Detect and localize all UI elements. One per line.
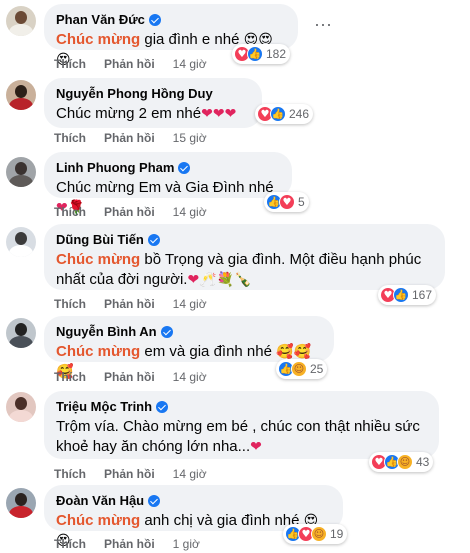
comment-time[interactable]: 15 giờ: [173, 131, 207, 145]
reaction-summary[interactable]: 👍 ♥ 5: [264, 192, 309, 212]
avatar[interactable]: [6, 6, 36, 36]
comment-actions: Thích Phản hồi 14 giờ: [54, 57, 225, 71]
avatar[interactable]: [6, 488, 36, 518]
care-reaction-icon: ☺: [291, 361, 307, 377]
verified-badge-icon: [148, 14, 161, 26]
commenter-name[interactable]: Nguyễn Bình An: [56, 324, 157, 340]
commenter-name[interactable]: Dũng Bùi Tiến: [56, 232, 144, 248]
reaction-count: 167: [412, 288, 433, 302]
comment-text: Trộm vía. Chào mừng em bé , chúc con thậ…: [56, 418, 420, 455]
comment-text: gia đình e nhé: [140, 31, 240, 48]
like-reaction-icon: 👍: [247, 46, 263, 62]
comment-emoji: ❤: [250, 439, 262, 455]
love-reaction-icon: ♥: [279, 194, 295, 210]
avatar[interactable]: [6, 392, 36, 422]
like-reaction-icon: 👍: [393, 287, 409, 303]
comment-bubble: Linh Phuong Pham Chúc mừng Em và Gia Đìn…: [44, 152, 292, 216]
comment-bubble: Nguyễn Bình An Chúc mừng em và gia đình …: [44, 316, 334, 380]
reply-button[interactable]: Phản hồi: [104, 370, 155, 384]
comment-bubble: Dũng Bùi Tiến Chúc mừng bồ Trọng và gia …: [44, 224, 445, 290]
care-reaction-icon: ☺: [397, 454, 413, 470]
comment-time[interactable]: 14 giờ: [173, 57, 207, 71]
comment-highlight: Chúc mừng: [56, 31, 141, 48]
comment-actions: Thích Phản hồi 15 giờ: [54, 131, 225, 145]
avatar[interactable]: [6, 157, 36, 187]
commenter-name[interactable]: Phan Văn Đức: [56, 12, 145, 28]
comment-highlight: Chúc mừng: [56, 512, 141, 529]
like-button[interactable]: Thích: [54, 370, 86, 384]
comment-actions: Thích Phản hồi 14 giờ: [54, 297, 225, 311]
commenter-name[interactable]: Triệu Mộc Trinh: [56, 399, 152, 415]
like-button[interactable]: Thích: [54, 537, 86, 551]
reaction-count: 25: [310, 362, 324, 376]
like-button[interactable]: Thích: [54, 205, 86, 219]
comment-time[interactable]: 14 giờ: [173, 370, 207, 384]
comment-highlight: Chúc mừng: [56, 343, 141, 360]
like-button[interactable]: Thích: [54, 57, 86, 71]
reaction-count: 43: [416, 455, 430, 469]
avatar[interactable]: [6, 80, 36, 110]
care-reaction-icon: ☺: [311, 526, 327, 542]
verified-badge-icon: [148, 495, 161, 507]
comment-text: Chúc mừng Em và Gia Đình nhé: [56, 179, 274, 196]
reply-button[interactable]: Phản hồi: [104, 57, 155, 71]
reply-button[interactable]: Phản hồi: [104, 537, 155, 551]
verified-badge-icon: [156, 401, 169, 413]
commenter-name[interactable]: Linh Phuong Pham: [56, 160, 174, 176]
like-reaction-icon: 👍: [270, 106, 286, 122]
reply-button[interactable]: Phản hồi: [104, 297, 155, 311]
reaction-count: 19: [330, 527, 344, 541]
verified-badge-icon: [147, 234, 160, 246]
comment-bubble: Triệu Mộc Trinh Trộm vía. Chào mừng em b…: [44, 391, 439, 459]
comment-actions: Thích Phản hồi 14 giờ: [54, 467, 225, 481]
like-button[interactable]: Thích: [54, 131, 86, 145]
comment-text: em và gia đình nhé: [140, 343, 272, 360]
comment-emoji: ❤🥂💐🍾: [187, 272, 252, 288]
comment-bubble: Nguyễn Phong Hồng Duy Chúc mừng 2 em nhé…: [44, 78, 262, 128]
verified-badge-icon: [160, 326, 173, 338]
reaction-summary[interactable]: ♥ 👍 246: [255, 104, 314, 124]
comment-time[interactable]: 1 giờ: [173, 537, 200, 551]
reply-button[interactable]: Phản hồi: [104, 467, 155, 481]
reaction-summary[interactable]: ♥ 👍 167: [378, 285, 437, 305]
like-button[interactable]: Thích: [54, 467, 86, 481]
comment-actions: Thích Phản hồi 14 giờ: [54, 205, 225, 219]
comment-emoji: ❤❤❤: [201, 106, 237, 122]
avatar[interactable]: [6, 318, 36, 348]
comment-time[interactable]: 14 giờ: [173, 205, 207, 219]
reply-button[interactable]: Phản hồi: [104, 205, 155, 219]
commenter-name[interactable]: Nguyễn Phong Hồng Duy: [56, 86, 213, 102]
avatar[interactable]: [6, 227, 36, 257]
reaction-count: 5: [298, 195, 305, 209]
comment-time[interactable]: 14 giờ: [173, 297, 207, 311]
reaction-summary[interactable]: ♥ 👍 182: [232, 44, 291, 64]
reaction-summary[interactable]: ♥ 👍 ☺ 43: [369, 452, 434, 472]
comment-actions: Thích Phản hồi 1 giờ: [54, 537, 218, 551]
reaction-summary[interactable]: 👍 ☺ 25: [276, 359, 328, 379]
verified-badge-icon: [178, 162, 191, 174]
reaction-count: 182: [266, 47, 287, 61]
more-options-icon[interactable]: ···: [313, 15, 333, 39]
like-button[interactable]: Thích: [54, 297, 86, 311]
commenter-name[interactable]: Đoàn Văn Hậu: [56, 493, 144, 509]
comment-highlight: Chúc mừng: [56, 251, 141, 268]
comment-text: Chúc mừng 2 em nhé: [56, 105, 202, 122]
reply-button[interactable]: Phản hồi: [104, 131, 155, 145]
reaction-summary[interactable]: 👍 ♥ ☺ 19: [283, 524, 348, 544]
reaction-count: 246: [289, 107, 310, 121]
comment-time[interactable]: 14 giờ: [173, 467, 207, 481]
comment-text: anh chị và gia đình nhé: [140, 512, 300, 529]
comment-actions: Thích Phản hồi 14 giờ: [54, 370, 225, 384]
